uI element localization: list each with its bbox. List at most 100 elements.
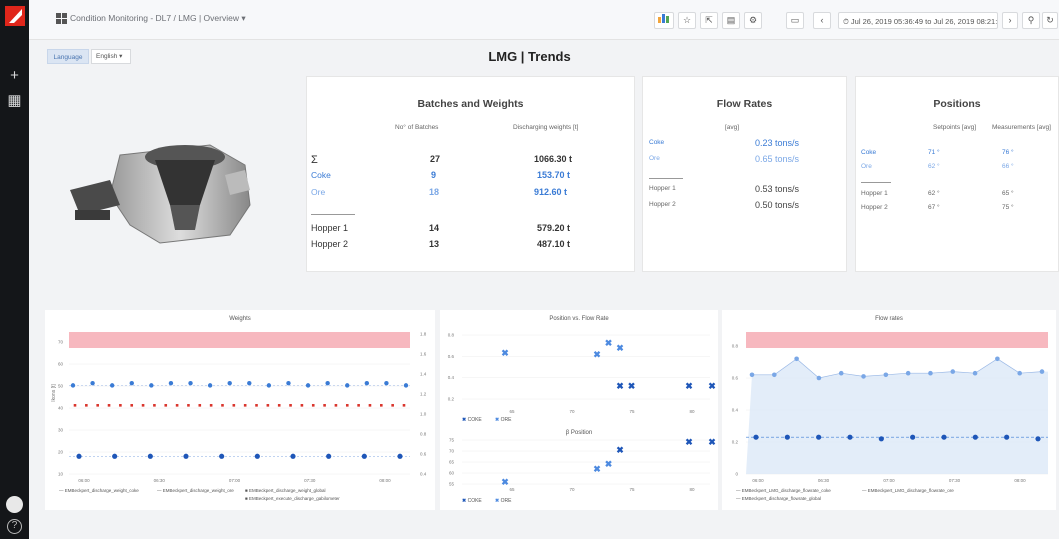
scatter-point-coke: ✖ xyxy=(628,381,636,391)
positions-panel: Positions Setpoints [avg] Measurements [… xyxy=(855,76,1059,272)
data-point-global xyxy=(119,404,122,407)
sidebar: + ▦ ? xyxy=(0,0,29,539)
legend-item[interactable]: ✖ COKE xyxy=(462,498,482,504)
setpoint-value: 67 ° xyxy=(928,204,940,211)
x-tick-label: 65 xyxy=(509,487,515,492)
y-tick-label: 0.2 xyxy=(448,397,455,402)
legend-item[interactable]: — EMBeckpert_discharge_weight_coke xyxy=(59,488,139,493)
breadcrumb[interactable]: Condition Monitoring - DL7 / LMG | Overv… xyxy=(70,13,246,24)
divider xyxy=(861,182,891,183)
scatter-point: ✖ xyxy=(685,437,693,447)
data-point-coke xyxy=(361,453,367,459)
column-header: Discharging weights [t] xyxy=(513,124,579,131)
zoom-out-button[interactable]: ⚲ xyxy=(1022,12,1040,29)
share-button[interactable]: ⇱ xyxy=(700,12,718,29)
legend-item[interactable]: — EMBeckpert_LMG_discharge_flowrate_coke xyxy=(736,488,831,493)
x-tick-label: 07:30 xyxy=(304,478,316,483)
y-tick-label: 0.2 xyxy=(732,440,739,445)
legend-item[interactable]: ✖ ORE xyxy=(495,417,511,423)
legend-item[interactable]: — EMBeckpert_discharge_weight_ore xyxy=(157,488,234,493)
data-point-ore xyxy=(286,380,291,386)
scatter-point-coke: ✖ xyxy=(708,381,716,391)
x-tick-label: 70 xyxy=(569,409,575,414)
add-panel-button[interactable] xyxy=(654,12,674,29)
flow-rates-chart[interactable]: 0.8 0.6 0.4 0.2 0 06:00 06:30 07:00 07:30 08:00 xyxy=(722,324,1056,489)
y-tick-label: 50 xyxy=(58,384,64,389)
batch-count: 14 xyxy=(429,223,440,233)
weights-chart-panel: Weights 70 60 50 40 30 20 10 1.8 1.6 1.4 1.2 1.0 0.8… xyxy=(45,310,435,510)
data-point-ore xyxy=(90,380,95,386)
time-range-picker[interactable]: ⏱ Jul 26, 2019 05:36:49 to Jul 26, 2019 … xyxy=(838,12,998,29)
threshold-band xyxy=(746,332,1048,348)
scatter-point: ✖ xyxy=(605,459,613,469)
scatter-point: ✖ xyxy=(593,464,601,474)
scatter-point-ore: ✖ xyxy=(616,343,624,353)
dashboards-icon[interactable]: ▦ xyxy=(7,93,22,108)
y-tick-label: 65 xyxy=(449,460,455,465)
flow-value: 0.65 tons/s xyxy=(755,154,800,164)
x-tick-label: 65 xyxy=(509,409,515,414)
help-icon[interactable]: ? xyxy=(7,519,22,534)
time-back-button[interactable]: ‹ xyxy=(813,12,831,29)
save-button[interactable]: ▤ xyxy=(722,12,740,29)
batch-count: 9 xyxy=(431,170,437,180)
data-point-global xyxy=(73,404,77,407)
y-tick-label: 0.8 xyxy=(448,333,455,338)
batch-count: 13 xyxy=(429,239,440,249)
data-point-global xyxy=(209,404,213,407)
data-point-global xyxy=(85,404,88,407)
data-point-ore xyxy=(772,372,777,378)
legend-item[interactable]: ■ EMBeckpert_discharge_weight_global xyxy=(245,488,326,493)
y2-tick-label: 1.4 xyxy=(420,372,427,377)
row-label: Hopper 1 xyxy=(311,223,349,233)
legend-item[interactable]: ✖ ORE xyxy=(495,498,511,504)
y2-tick-label: 0.8 xyxy=(420,432,427,437)
time-forward-button[interactable]: › xyxy=(1002,12,1018,29)
settings-button[interactable]: ⚙ xyxy=(744,12,762,29)
row-label: Hopper 2 xyxy=(311,239,349,249)
column-header: No° of Batches xyxy=(395,124,439,131)
x-tick-label: 07:00 xyxy=(883,478,895,483)
y-tick-label: 40 xyxy=(58,406,64,411)
weight-value: 487.10 t xyxy=(537,239,571,249)
x-tick-label: 08:00 xyxy=(379,478,391,483)
data-point-coke xyxy=(219,453,225,459)
tv-mode-button[interactable]: ▭ xyxy=(786,12,804,29)
scatter-point-ore: ✖ xyxy=(605,338,613,348)
data-point-coke xyxy=(183,453,189,459)
data-point-global xyxy=(402,404,406,407)
legend-item[interactable]: ■ EMBeckpert_execute_discharge_gabilomet… xyxy=(245,496,340,501)
plus-icon[interactable]: + xyxy=(7,68,22,83)
divider xyxy=(311,214,355,215)
grafana-logo-icon[interactable] xyxy=(5,6,25,26)
position-chart[interactable]: 757065605565 70 75 80✖✖ ✖✖✖ ✖ xyxy=(440,436,718,496)
row-label: Hopper 2 xyxy=(649,201,676,208)
data-point-ore xyxy=(1039,369,1045,374)
chevron-left-icon: ‹ xyxy=(820,15,824,25)
star-button[interactable]: ☆ xyxy=(678,12,696,29)
position-flow-chart[interactable]: 0.80.60.40.265 70 75 80✖ ✖ ✖✖✖ ✖✖ ✖ xyxy=(440,324,718,424)
weight-value: 912.60 t xyxy=(534,187,568,197)
column-header: [avg] xyxy=(725,124,740,131)
scatter-point-ore: ✖ xyxy=(593,350,601,360)
chart-title: Weights xyxy=(229,316,251,322)
x-tick-label: 75 xyxy=(629,487,635,492)
data-point-coke xyxy=(941,434,947,440)
data-point-ore xyxy=(247,380,252,386)
legend-item[interactable]: — EMBeckpert_LMG_discharge_flowrate_ore xyxy=(862,488,954,493)
legend-item[interactable]: ✖ COKE xyxy=(462,417,482,423)
data-point-ore xyxy=(995,356,1000,362)
data-point-global xyxy=(130,404,134,407)
avatar[interactable] xyxy=(6,496,23,513)
refresh-button[interactable]: ↻ xyxy=(1042,12,1058,29)
scatter-point: ✖ xyxy=(616,445,624,455)
y-tick-label: 0.8 xyxy=(732,344,739,349)
divider xyxy=(649,178,683,179)
flow-rates-panel: Flow Rates [avg] Coke 0.23 tons/s Ore 0.… xyxy=(642,76,847,272)
weights-chart[interactable]: 70 60 50 40 30 20 10 1.8 1.6 1.4 1.2 1.0 0.8 0.6 0.4 06… xyxy=(45,324,435,489)
setpoint-value: 62 ° xyxy=(928,190,940,197)
legend-item[interactable]: — EMBeckpert_discharge_flowrate_global xyxy=(736,496,821,501)
scatter-point-coke: ✖ xyxy=(685,381,693,391)
weight-value: 1066.30 t xyxy=(534,154,573,164)
batch-count: 18 xyxy=(429,187,440,197)
